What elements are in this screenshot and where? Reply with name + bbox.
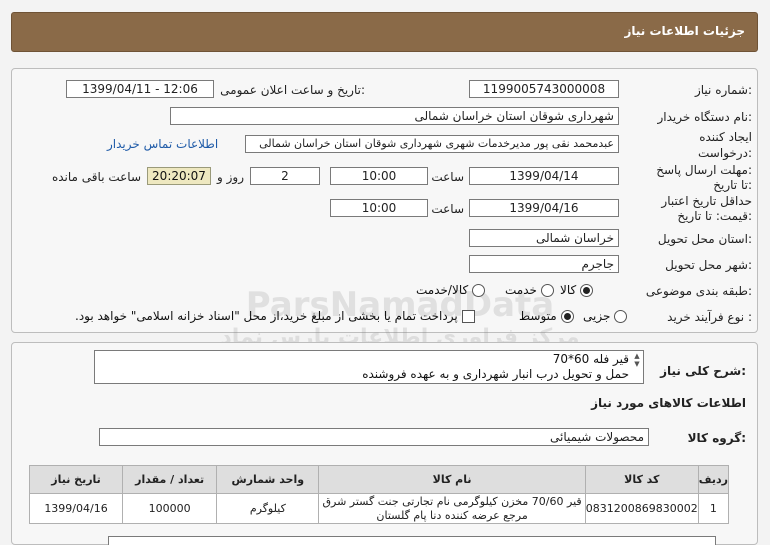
process-option-medium[interactable]: متوسط	[519, 309, 574, 323]
buyer-field: شهرداری شوقان استان خراسان شمالی	[170, 107, 619, 125]
buyer-contact-link[interactable]: اطلاعات تماس خریدار	[107, 137, 218, 151]
description-label: شرح کلی نیاز:	[660, 364, 746, 378]
description-line: قیر فله 60*70	[552, 352, 629, 366]
send-time-field: 10:00	[330, 167, 428, 185]
remaining-time-field: 20:20:07	[147, 167, 211, 185]
category-option-service[interactable]: خدمت	[505, 283, 554, 297]
cell-goods-code: 0831200869830002	[584, 493, 699, 524]
buyer-label: نام دستگاه خریدار:	[657, 110, 753, 124]
table-header-row: ردیف کد کالا نام کالا واحد شمارش تعداد /…	[28, 465, 730, 494]
city-field: جاجرم	[469, 255, 619, 273]
validity-time-label: ساعت	[431, 202, 464, 216]
cell-quantity: 100000	[122, 493, 218, 524]
goods-section-title: اطلاعات کالاهای مورد نیاز	[591, 396, 746, 410]
creator-label-2: درخواست:	[698, 146, 752, 160]
attachments-box	[108, 536, 716, 545]
process-label: نوع فرآیند خرید :	[667, 310, 752, 324]
page-title: جزئیات اطلاعات نیاز	[624, 24, 745, 38]
radio-icon[interactable]	[614, 309, 628, 323]
remaining-time-label: ساعت باقی مانده	[51, 170, 141, 184]
column-header: تعداد / مقدار	[122, 465, 218, 494]
goods-group-label: گروه کالا:	[687, 431, 746, 445]
announce-field: 1399/04/11 - 12:06	[66, 80, 214, 98]
cell-goods-name: قیر 70/60 مخزن کیلوگرمی نام تجارتی جنت گ…	[318, 493, 586, 524]
radio-selected-icon[interactable]	[580, 283, 594, 297]
city-label: شهر محل تحویل:	[665, 258, 752, 272]
column-header: واحد شمارش	[216, 465, 320, 494]
process-option-minor[interactable]: جزیی	[583, 309, 628, 323]
cell-need-date: 1399/04/16	[28, 493, 124, 524]
column-header: ردیف	[697, 465, 730, 494]
need-number-field: 1199005743000008	[469, 80, 619, 98]
textarea-scroll-arrows-icon[interactable]: ▲ ▼	[632, 352, 642, 368]
description-textarea[interactable]: قیر فله 60*70 حمل و تحویل درب انبار شهرد…	[94, 350, 644, 384]
need-number-label: شماره نیاز:	[694, 83, 752, 97]
province-label: استان محل تحویل:	[657, 232, 752, 246]
category-option-goods-service[interactable]: کالا/خدمت	[416, 283, 486, 297]
radio-selected-icon[interactable]	[560, 309, 574, 323]
send-deadline-label-2: تا تاریخ:	[713, 178, 752, 192]
send-deadline-label: مهلت ارسال پاسخ:	[656, 163, 752, 177]
cell-unit: کیلوگرم	[216, 493, 320, 524]
validity-date-field: 1399/04/16	[469, 199, 619, 217]
category-label: طبقه بندی موضوعی:	[645, 284, 752, 298]
radio-icon[interactable]	[472, 283, 486, 297]
goods-table: ردیف کد کالا نام کالا واحد شمارش تعداد /…	[28, 465, 730, 524]
category-option-goods[interactable]: کالا	[560, 283, 594, 297]
validity-label-2: قیمت: تا تاریخ:	[677, 209, 752, 223]
send-date-field: 1399/04/14	[469, 167, 619, 185]
column-header: تاریخ نیاز	[28, 465, 124, 494]
goods-group-field: محصولات شیمیائی	[99, 428, 649, 446]
days-label: روز و	[217, 170, 244, 184]
cell-row-number: 1	[697, 493, 730, 524]
page-header: جزئیات اطلاعات نیاز	[11, 12, 758, 52]
table-row: 1 0831200869830002 قیر 70/60 مخزن کیلوگر…	[28, 493, 730, 524]
radio-icon[interactable]	[540, 283, 554, 297]
send-time-label: ساعت	[431, 170, 464, 184]
treasury-payment-option[interactable]: پرداخت تمام یا بخشی از مبلغ خرید،از محل …	[75, 309, 475, 323]
description-line: حمل و تحویل درب انبار شهرداری و به عهده …	[362, 367, 629, 381]
creator-field: عبدمحمد نقی پور مدیرخدمات شهری شهرداری ش…	[245, 135, 619, 153]
column-header: کد کالا	[584, 465, 699, 494]
creator-label: ایجاد کننده	[699, 130, 752, 144]
announce-label: تاریخ و ساعت اعلان عمومی:	[220, 83, 365, 97]
validity-time-field: 10:00	[330, 199, 428, 217]
validity-label: حداقل تاریخ اعتبار	[661, 194, 752, 208]
days-remaining-field: 2	[250, 167, 320, 185]
province-field: خراسان شمالی	[469, 229, 619, 247]
column-header: نام کالا	[318, 465, 586, 494]
checkbox-icon[interactable]	[461, 309, 475, 323]
